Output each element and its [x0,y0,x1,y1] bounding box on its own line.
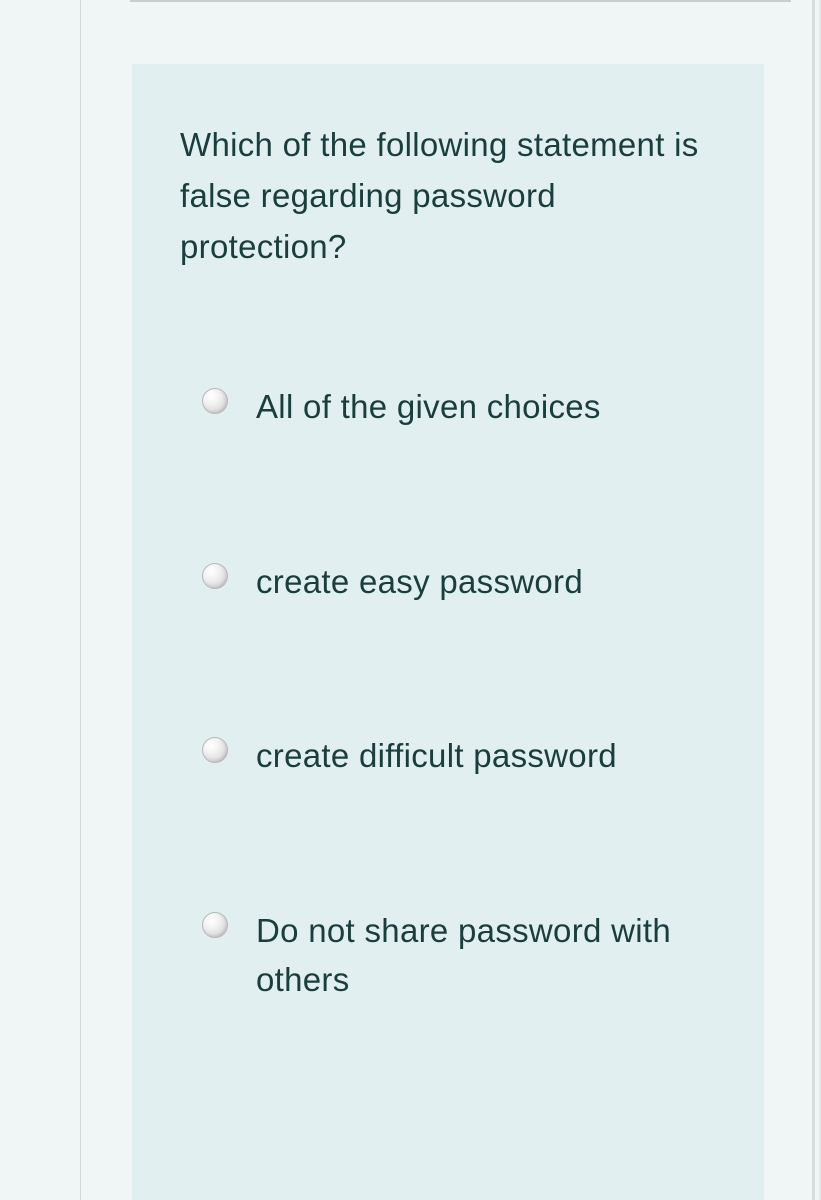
radio-button[interactable] [202,737,228,763]
option-row[interactable]: Do not share password with others [202,906,716,1005]
radio-button[interactable] [202,388,228,414]
radio-button[interactable] [202,563,228,589]
option-label: All of the given choices [256,382,601,432]
top-rule [130,0,791,2]
question-card: Which of the following statement is fals… [132,64,764,1200]
option-row[interactable]: All of the given choices [202,382,716,432]
page-container: Which of the following statement is fals… [0,0,821,1200]
option-label: create difficult password [256,731,617,781]
right-rule [812,0,815,1200]
left-rule [80,0,81,1200]
question-prompt: Which of the following statement is fals… [180,119,716,272]
option-row[interactable]: create easy password [202,557,716,607]
option-label: Do not share password with others [256,906,716,1005]
option-row[interactable]: create difficult password [202,731,716,781]
radio-button[interactable] [202,912,228,938]
option-label: create easy password [256,557,583,607]
option-list: All of the given choices create easy pas… [180,382,716,1005]
